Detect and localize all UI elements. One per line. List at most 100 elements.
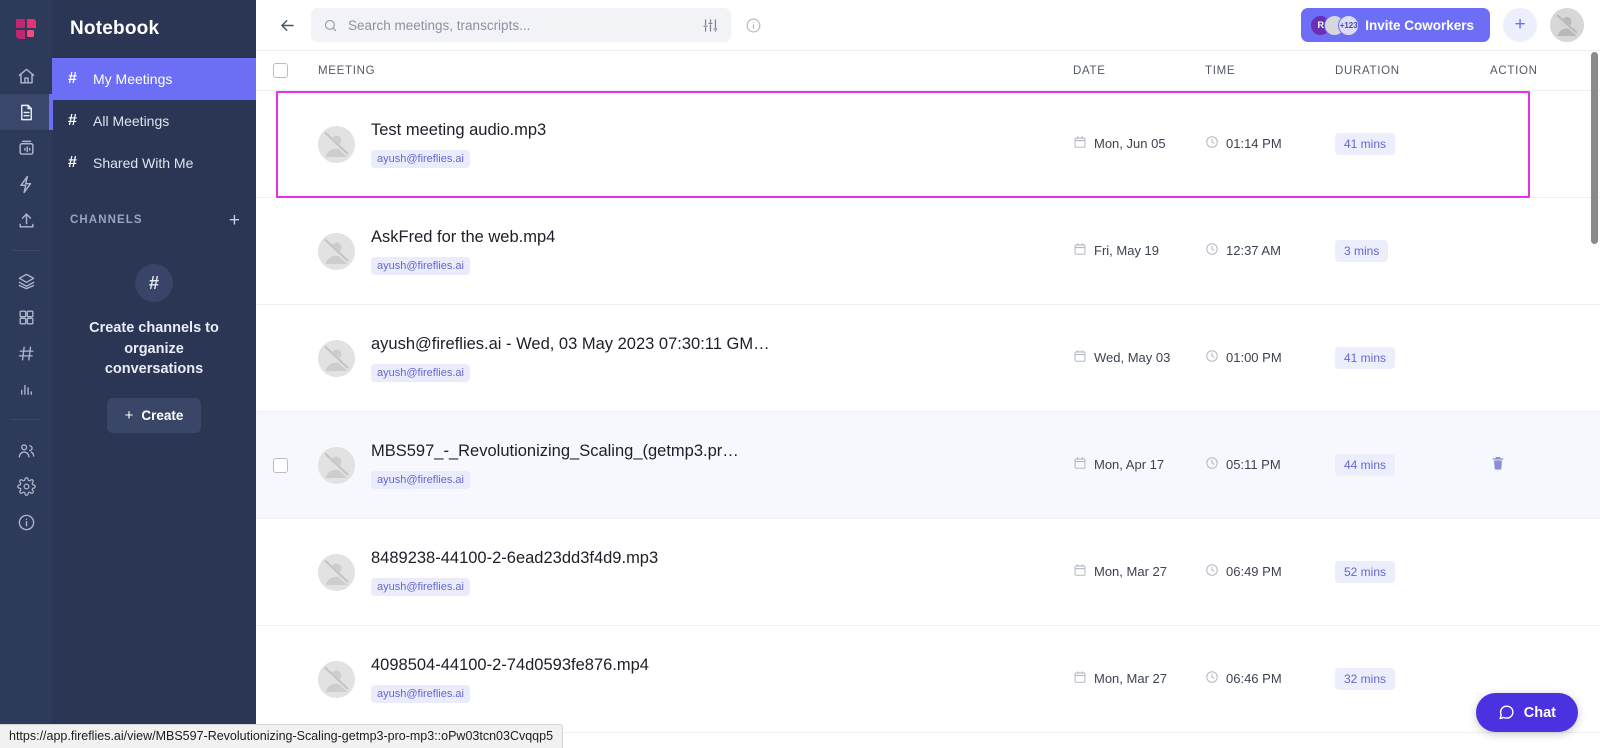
vertical-scrollbar[interactable]: [1591, 52, 1598, 244]
date-cell: Mon, Apr 17: [1073, 456, 1205, 475]
meeting-owner-tag: ayush@fireflies.ai: [371, 256, 470, 275]
meeting-cell[interactable]: 8489238-44100-2-6ead23dd3f4d9.mp3 ayush@…: [304, 549, 1073, 596]
column-header-duration[interactable]: DURATION: [1335, 65, 1490, 77]
meeting-avatar: [318, 660, 355, 698]
settings-icon[interactable]: [0, 468, 52, 504]
sidebar-item-shared-with-me[interactable]: # Shared With Me: [52, 142, 256, 184]
date-cell: Mon, Mar 27: [1073, 563, 1205, 582]
hash-icon[interactable]: [0, 335, 52, 371]
action-cell: [1490, 134, 1600, 155]
meeting-cell[interactable]: 4098504-44100-2-74d0593fe876.mp4 ayush@f…: [304, 656, 1073, 703]
info-icon[interactable]: [745, 17, 762, 34]
channels-header: CHANNELS +: [52, 198, 256, 242]
date-value: Mon, Mar 27: [1094, 563, 1167, 579]
meeting-title[interactable]: 4098504-44100-2-74d0593fe876.mp4: [371, 656, 649, 675]
hash-icon: #: [68, 112, 77, 129]
apps-icon[interactable]: [0, 166, 52, 202]
duration-badge: 41 mins: [1335, 347, 1396, 369]
search-bar[interactable]: [311, 8, 731, 42]
row-checkbox[interactable]: [272, 457, 288, 473]
analytics-icon[interactable]: [0, 371, 52, 407]
table-row[interactable]: 8489238-44100-2-6ead23dd3f4d9.mp3 ayush@…: [256, 519, 1600, 626]
table-row[interactable]: AskFred for the web.mp4 ayush@fireflies.…: [256, 198, 1600, 305]
create-channel-button[interactable]: + Create: [106, 397, 202, 433]
meeting-cell[interactable]: MBS597_-_Revolutionizing_Scaling_(getmp3…: [304, 442, 1073, 489]
column-header-date[interactable]: DATE: [1073, 65, 1205, 77]
row-select-cell: [256, 244, 304, 259]
invite-coworkers-button[interactable]: R +123 Invite Coworkers: [1301, 8, 1490, 42]
table-row[interactable]: 4098504-44100-2-74d0593fe876.mp4 ayush@f…: [256, 626, 1600, 733]
select-all-checkbox[interactable]: [272, 63, 288, 78]
calendar-icon: [1073, 349, 1087, 366]
sidebar-item-all-meetings[interactable]: # All Meetings: [52, 100, 256, 142]
time-cell: 06:46 PM: [1205, 670, 1335, 689]
create-channel-label: Create: [141, 407, 184, 423]
column-header-meeting[interactable]: MEETING: [304, 65, 1073, 77]
row-select-cell: [256, 565, 304, 580]
meeting-title[interactable]: 8489238-44100-2-6ead23dd3f4d9.mp3: [371, 549, 658, 568]
notebook-icon[interactable]: [0, 94, 53, 130]
delete-icon[interactable]: [1490, 456, 1506, 475]
grid-icon[interactable]: [0, 299, 52, 335]
app-window: Notebook # My Meetings # All Meetings # …: [0, 0, 1600, 748]
sidebar-title: Notebook: [70, 18, 160, 39]
sidebar-item-label: Shared With Me: [93, 155, 194, 171]
table-row[interactable]: ayush@fireflies.ai - Wed, 03 May 2023 07…: [256, 305, 1600, 412]
duration-badge: 52 mins: [1335, 561, 1396, 583]
soundbites-icon[interactable]: [0, 130, 52, 166]
calendar-icon: [1073, 456, 1087, 473]
meeting-title[interactable]: AskFred for the web.mp4: [371, 228, 555, 247]
layers-icon[interactable]: [0, 263, 52, 299]
table-row[interactable]: Test meeting audio.mp3 ayush@fireflies.a…: [256, 91, 1600, 198]
duration-cell: 52 mins: [1335, 561, 1490, 583]
meeting-title[interactable]: Test meeting audio.mp3: [371, 121, 546, 140]
sidebar-item-my-meetings[interactable]: # My Meetings: [52, 58, 256, 100]
help-icon[interactable]: [0, 504, 52, 540]
time-cell: 01:00 PM: [1205, 349, 1335, 368]
column-header-time[interactable]: TIME: [1205, 65, 1335, 77]
avatar-overflow-badge: +123: [1338, 14, 1360, 36]
plus-icon: +: [124, 406, 134, 424]
user-avatar[interactable]: [1550, 8, 1584, 42]
chat-button[interactable]: Chat: [1475, 693, 1578, 732]
upload-icon[interactable]: [0, 202, 52, 238]
meeting-owner-tag: ayush@fireflies.ai: [371, 363, 470, 382]
back-icon[interactable]: [278, 16, 297, 35]
time-value: 05:11 PM: [1226, 456, 1281, 472]
table-row[interactable]: MBS597_-_Revolutionizing_Scaling_(getmp3…: [256, 412, 1600, 519]
channels-empty-text: Create channels to organize conversation…: [89, 320, 219, 378]
filter-sliders-icon[interactable]: [702, 17, 719, 34]
meeting-avatar: [318, 339, 355, 377]
fireflies-logo[interactable]: [0, 0, 52, 58]
meeting-avatar: [318, 553, 355, 591]
duration-badge: 3 mins: [1335, 240, 1389, 262]
meetings-table: Test meeting audio.mp3 ayush@fireflies.a…: [256, 91, 1600, 733]
meeting-cell[interactable]: ayush@fireflies.ai - Wed, 03 May 2023 07…: [304, 335, 1073, 382]
meeting-owner-tag: ayush@fireflies.ai: [371, 684, 470, 703]
clock-icon: [1205, 242, 1219, 259]
add-channel-button[interactable]: +: [229, 211, 240, 230]
duration-cell: 41 mins: [1335, 347, 1490, 369]
time-cell: 05:11 PM: [1205, 456, 1335, 475]
search-input[interactable]: [348, 17, 692, 33]
action-cell: [1490, 241, 1600, 262]
duration-cell: 3 mins: [1335, 240, 1490, 262]
date-value: Wed, May 03: [1094, 349, 1171, 365]
meeting-title[interactable]: ayush@fireflies.ai - Wed, 03 May 2023 07…: [371, 335, 770, 354]
calendar-icon: [1073, 135, 1087, 152]
sidebar-item-label: My Meetings: [93, 71, 173, 87]
add-button[interactable]: +: [1503, 8, 1537, 42]
time-cell: 12:37 AM: [1205, 242, 1335, 261]
row-select-cell: [256, 672, 304, 687]
meeting-cell[interactable]: AskFred for the web.mp4 ayush@fireflies.…: [304, 228, 1073, 275]
meeting-owner-tag: ayush@fireflies.ai: [371, 470, 470, 489]
chat-bubble-icon: [1499, 705, 1514, 720]
meeting-avatar: [318, 125, 355, 163]
team-icon[interactable]: [0, 432, 52, 468]
meeting-owner-tag: ayush@fireflies.ai: [371, 149, 470, 168]
meeting-title[interactable]: MBS597_-_Revolutionizing_Scaling_(getmp3…: [371, 442, 739, 461]
home-icon[interactable]: [0, 58, 52, 94]
select-all-cell: [256, 63, 304, 78]
meeting-cell[interactable]: Test meeting audio.mp3 ayush@fireflies.a…: [304, 121, 1073, 168]
date-value: Fri, May 19: [1094, 242, 1160, 258]
